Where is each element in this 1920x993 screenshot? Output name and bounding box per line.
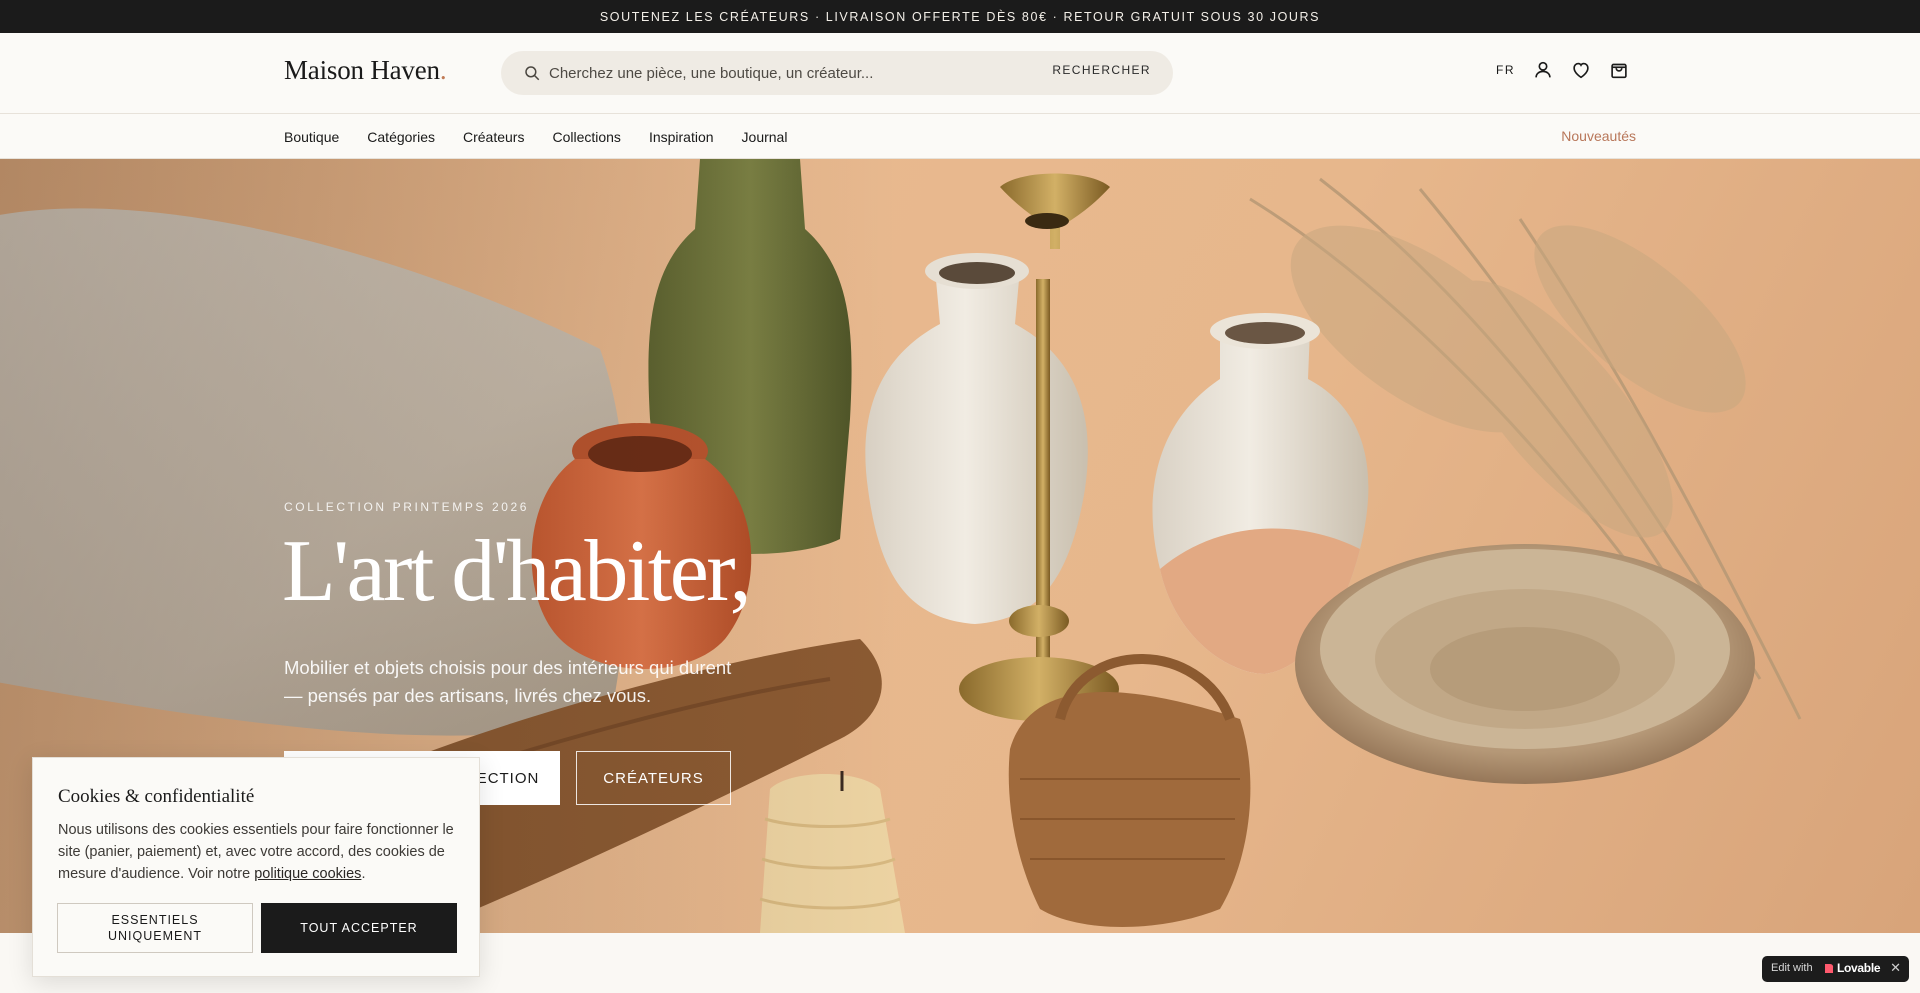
cookie-text-end: . — [361, 866, 366, 882]
cookie-text: Nous utilisons des cookies essentiels po… — [58, 819, 458, 885]
search-button[interactable]: RECHERCHER — [1052, 63, 1151, 77]
nav-item-collections[interactable]: Collections — [552, 129, 620, 145]
cart-button[interactable] — [1608, 59, 1630, 81]
user-icon — [1535, 61, 1551, 78]
heart-icon — [1573, 62, 1589, 79]
creators-button[interactable]: CRÉATEURS — [576, 751, 731, 805]
lovable-badge[interactable]: Edit with Lovable ✕ — [1762, 956, 1909, 982]
wishlist-button[interactable] — [1570, 59, 1592, 81]
site-logo[interactable]: Maison Haven. — [284, 55, 447, 86]
nav-items: Boutique Catégories Créateurs Collection… — [284, 114, 815, 159]
close-icon[interactable]: ✕ — [1890, 960, 1901, 976]
search-bar: RECHERCHER — [501, 51, 1173, 95]
nav-item-inspiration[interactable]: Inspiration — [649, 129, 714, 145]
hero-eyebrow: COLLECTION PRINTEMPS 2026 — [284, 500, 530, 514]
bag-icon — [1611, 63, 1627, 79]
badge-edit-label: Edit with — [1771, 962, 1813, 974]
nav-item-journal[interactable]: Journal — [742, 129, 788, 145]
main-nav: Boutique Catégories Créateurs Collection… — [0, 114, 1920, 159]
essentials-only-button[interactable]: ESSENTIELS UNIQUEMENT — [57, 903, 253, 953]
search-icon — [525, 66, 540, 81]
hero-subtitle: Mobilier et objets choisis pour des inté… — [284, 657, 732, 706]
nav-item-boutique[interactable]: Boutique — [284, 129, 339, 145]
nav-item-nouveautes[interactable]: Nouveautés — [1561, 128, 1636, 144]
logo-dot: . — [439, 55, 447, 85]
cookie-banner: Cookies & confidentialité Nous utilisons… — [32, 757, 480, 977]
language-selector[interactable]: FR — [1496, 59, 1515, 81]
lovable-heart-icon — [1825, 964, 1834, 973]
announcement-text: SOUTENEZ LES CRÉATEURS · LIVRAISON OFFER… — [599, 9, 1321, 24]
account-button[interactable] — [1532, 59, 1554, 81]
cookie-title: Cookies & confidentialité — [58, 786, 255, 807]
hero-title: L'art d'habiter, — [282, 523, 752, 620]
nav-item-categories[interactable]: Catégories — [367, 129, 435, 145]
logo-text: Maison Haven — [284, 55, 440, 85]
accept-all-button[interactable]: TOUT ACCEPTER — [261, 903, 457, 953]
site-header: Maison Haven. RECHERCHER FR — [0, 33, 1920, 114]
cookie-policy-link[interactable]: politique cookies — [254, 866, 361, 882]
nav-item-createurs[interactable]: Créateurs — [463, 129, 524, 145]
search-input[interactable] — [549, 59, 1049, 87]
announcement-bar: SOUTENEZ LES CRÉATEURS · LIVRAISON OFFER… — [0, 0, 1920, 33]
badge-brand: Lovable — [1837, 961, 1881, 975]
